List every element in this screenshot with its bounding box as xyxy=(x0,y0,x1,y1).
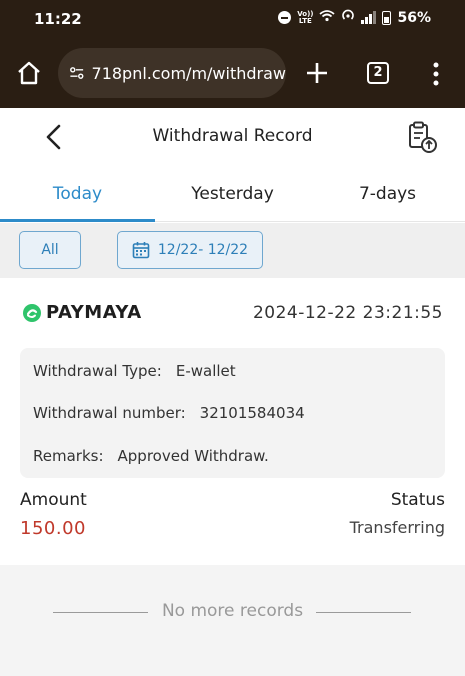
tabs-icon[interactable]: 2 xyxy=(367,62,389,84)
wifi-icon xyxy=(319,9,336,26)
address-bar[interactable]: 718pnl.com/m/withdraw xyxy=(58,48,286,98)
battery-percent: 56% xyxy=(397,9,431,26)
browser-toolbar: 718pnl.com/m/withdraw 2 xyxy=(0,38,465,108)
date-tabs: Today Yesterday 7-days xyxy=(0,166,465,222)
tab-today[interactable]: Today xyxy=(0,166,155,222)
status-value: Transferring xyxy=(349,518,445,537)
record-datetime: 2024-12-22 23:21:55 xyxy=(252,303,443,323)
withdrawal-number-value: 32101584034 xyxy=(199,404,305,422)
tab-7-days[interactable]: 7-days xyxy=(310,166,465,222)
calendar-icon xyxy=(132,242,150,259)
battery-icon xyxy=(382,10,392,25)
withdrawal-type-row: Withdrawal Type: E-wallet xyxy=(33,362,236,380)
remarks-value: Approved Withdraw. xyxy=(117,447,269,465)
withdrawal-number-row: Withdrawal number: 32101584034 xyxy=(33,404,305,422)
home-icon xyxy=(18,61,40,85)
date-range-button[interactable]: 12/22- 12/22 xyxy=(117,231,263,269)
page-title: Withdrawal Record xyxy=(152,126,313,146)
new-tab-button[interactable] xyxy=(303,59,331,87)
home-button[interactable] xyxy=(14,58,44,88)
all-filter-button[interactable]: All xyxy=(19,231,81,269)
paymaya-logo: PAYMAYA xyxy=(22,302,142,323)
plus-icon xyxy=(307,63,327,83)
list-footer: No more records xyxy=(0,565,465,676)
volte-icon: Vo)) LTE xyxy=(297,9,314,25)
export-icon xyxy=(409,121,437,153)
remarks-label: Remarks: xyxy=(33,447,104,465)
active-tab-indicator xyxy=(0,219,155,222)
remarks-row: Remarks: Approved Withdraw. xyxy=(33,447,269,465)
status-time: 11:22 xyxy=(34,10,82,28)
amount-label: Amount xyxy=(20,490,87,510)
withdrawal-number-label: Withdrawal number: xyxy=(33,404,186,422)
export-button[interactable] xyxy=(404,120,440,156)
status-icons: Vo)) LTE 56% xyxy=(278,9,431,26)
signal-icon xyxy=(361,11,377,24)
divider-right xyxy=(316,612,411,613)
more-vert-icon[interactable] xyxy=(428,60,444,88)
withdrawal-record-card[interactable]: PAYMAYA 2024-12-22 23:21:55 Withdrawal T… xyxy=(0,278,465,565)
withdrawal-type-label: Withdrawal Type: xyxy=(33,362,162,380)
site-settings-icon[interactable] xyxy=(68,62,86,84)
all-filter-label: All xyxy=(41,242,59,258)
tab-yesterday[interactable]: Yesterday xyxy=(155,166,310,222)
paymaya-logo-icon xyxy=(23,303,41,322)
page-header: Withdrawal Record xyxy=(0,108,465,166)
provider-name: PAYMAYA xyxy=(46,302,142,323)
withdrawal-type-value: E-wallet xyxy=(175,362,236,380)
record-details: Withdrawal Type: E-wallet Withdrawal numb… xyxy=(20,348,445,478)
do-not-disturb-icon xyxy=(278,11,292,24)
status-bar: 11:22 Vo)) LTE 56% xyxy=(0,0,465,38)
no-more-records: No more records xyxy=(161,601,304,621)
url-text: 718pnl.com/m/withdraw xyxy=(91,63,286,83)
filter-bar: All 12/22- 12/22 xyxy=(0,223,465,278)
amount-value: 150.00 xyxy=(20,518,86,539)
status-label: Status xyxy=(390,490,445,510)
date-range-label: 12/22- 12/22 xyxy=(157,242,249,258)
hotspot-icon xyxy=(341,9,355,26)
